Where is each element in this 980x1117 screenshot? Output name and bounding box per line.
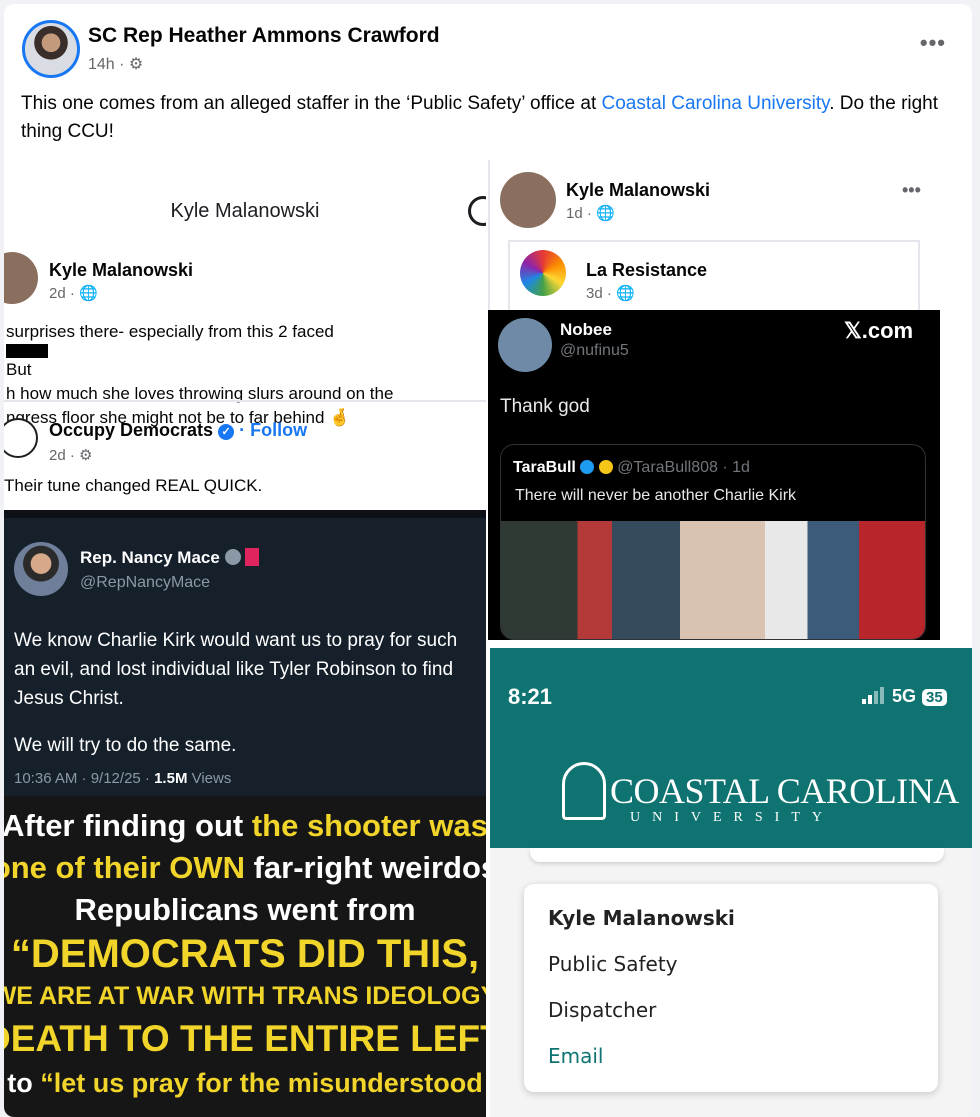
meme-line-4: “DEMOCRATS DID THIS, [10,932,480,976]
staff-name: Kyle Malanowski [548,906,735,930]
meme-line-6: DEATH TO THE ENTIRE LEFT” [4,1018,486,1059]
author-avatar[interactable] [22,20,80,78]
meme-line-1b: the shooter was [251,808,486,843]
meme-line-7b: “let us pray for the misunderstood [40,1068,483,1098]
quoted-post-text: There will never be another Charlie Kirk [515,487,797,504]
post-text-start: This one comes from an alleged staffer i… [21,93,602,114]
tweet-handle: @RepNancyMace [80,574,211,591]
profile-title: Kyle Malanowski [170,200,320,222]
facebook-post-card: SC Rep Heather Ammons Crawford 14h · ⚙ •… [4,4,972,1117]
previous-card [530,848,944,862]
network-type: 5G [892,686,917,706]
ccu-logo-icon [562,762,606,820]
staff-job-title: Dispatcher [548,998,657,1022]
quoted-author-handle: @TaraBull808 · 1d [617,459,750,476]
staffer-avatar [500,172,556,228]
meme-line-1a: After finding out [4,808,252,843]
more-options-icon: ••• [902,180,921,200]
shared-post: La Resistance 3d · 🌐 [508,240,920,320]
verified-badge-icon [580,460,595,474]
tweet-datetime: 10:36 AM · 9/12/25 · [14,770,155,787]
ccu-logo-text: COASTAL CAROLINA [610,771,959,811]
battery-icon: 35 [922,689,947,706]
tweet-footer: 10:36 AM · 9/12/25 · 1.5M Views [14,770,231,787]
author-name[interactable]: SC Rep Heather Ammons Crawford [88,24,440,48]
gold-badge-icon [598,460,613,474]
left-screenshot-image[interactable]: Kyle Malanowski Kyle Malanowski 2d · 🌐 s… [4,160,486,1117]
meme-line-1: After finding out the shooter was [4,808,486,844]
tweet-body: We know Charlie Kirk would want us to pr… [14,626,479,778]
quoted-author-name: TaraBull [513,459,576,476]
meme-line-3: Republicans went from [74,892,416,927]
shared-page-name: Occupy Democrats ✓ · Follow [49,420,307,441]
meme-line-5: WE ARE AT WAR WITH TRANS IDEOLOGY [4,982,486,1010]
staff-department: Public Safety [548,952,678,976]
line-2: h how much she loves throwing slurs arou… [6,384,394,403]
nobee-avatar [498,318,552,372]
quoted-post: TaraBull @TaraBull808 · 1d There will ne… [500,444,926,640]
x-author-handle: @nufinu5 [560,342,629,359]
staffer-name: Kyle Malanowski [566,180,711,200]
shared-page-time: 2d · ⚙ [49,447,93,464]
phone-clock: 8:21 [508,684,553,709]
staffer-post-text: surprises there- especially from this 2 … [6,320,486,430]
verified-badge-icon [224,549,241,565]
staff-email-link: Email [548,1044,604,1068]
signal-icon [862,687,886,709]
shared-page-label: Occupy Democrats [49,420,214,440]
tweet-paragraph-1: We know Charlie Kirk would want us to pr… [14,630,458,709]
post-timestamp[interactable]: 14h · ⚙ [88,54,143,74]
ccu-logo-subtext: UNIVERSITY [630,810,834,825]
line-1: surprises there- especially from this 2 … [6,322,334,341]
tweet-author: Rep. Nancy Mace [80,548,260,568]
meme-line-2b: far-right weirdos [244,850,486,885]
divider [4,400,486,402]
x-post: Nobee @nufinu5 𝕏.com Thank god TaraBull … [488,310,968,790]
follow-link: · Follow [239,420,308,440]
x-author-name: Nobee [560,320,612,339]
shared-page-text: Their tune changed REAL QUICK. [4,476,263,495]
meme-line-7: to “let us pray for the misunderstood [4,1068,486,1099]
staffer-post-time: 1d · 🌐 [566,205,615,222]
staff-card: Kyle Malanowski Public Safety Dispatcher… [524,884,938,1092]
staffer-name: Kyle Malanowski [49,260,194,280]
tweet-views-count: 1.5M [154,770,188,787]
shared-page-time: 3d · 🌐 [586,285,635,302]
verified-icon: ✓ [218,424,235,440]
staffer-share-post: Kyle Malanowski 1d · 🌐 ••• La Resistance… [488,160,940,320]
redaction-bar [6,344,48,358]
flag-icon [245,548,260,566]
line-1b: But [6,360,32,379]
tweet-views-label: Views [187,770,232,787]
right-screenshot-image[interactable]: Kyle Malanowski 1d · 🌐 ••• La Resistance… [488,160,972,1117]
mace-tweet: Rep. Nancy Mace @RepNancyMace We know Ch… [4,510,486,796]
tweet-author-name: Rep. Nancy Mace [80,548,220,567]
staffer-post-time: 2d · 🌐 [49,285,98,302]
university-link[interactable]: Coastal Carolina University [602,93,830,114]
staffer-avatar [4,252,38,304]
meme-line-2: one of their OWN far-right weirdos [4,850,486,886]
status-bar: 5G 35 [862,686,947,709]
directory-listing: Kyle Malanowski Public Safety Dispatcher… [490,848,972,1117]
x-post-body: Thank god [500,396,590,417]
occupy-democrats-avatar [4,418,38,458]
meme-image: After finding out the shooter was one of… [4,796,486,1117]
shared-page-name: La Resistance [586,260,708,280]
meme-line-2a: one of their OWN [4,850,245,885]
mace-avatar [14,542,68,596]
la-resistance-avatar [520,250,566,296]
more-options-icon[interactable]: ••• [920,30,946,56]
x-logo-icon: 𝕏.com [844,318,914,343]
quoted-post-header: TaraBull @TaraBull808 · 1d [513,459,750,477]
post-text: This one comes from an alleged staffer i… [21,90,951,146]
tweet-paragraph-2: We will try to do the same. [14,735,237,756]
phone-directory-header: 8:21 5G 35 COASTAL CAROLINA UNIVERSITY [490,648,972,848]
meme-line-7a: to [7,1068,41,1098]
charlie-kirk-photo [501,521,925,639]
